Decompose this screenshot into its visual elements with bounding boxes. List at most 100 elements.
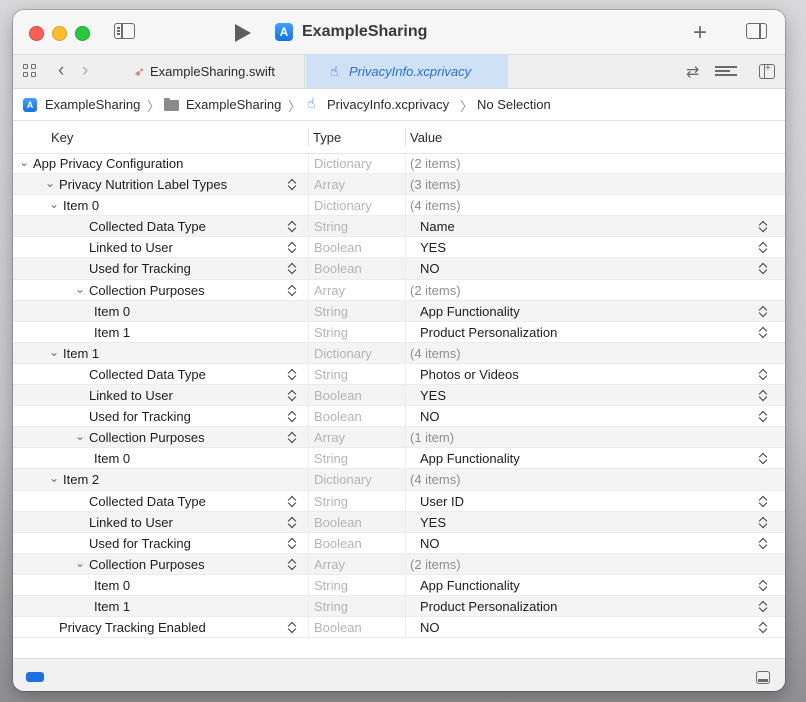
row-type[interactable]: Boolean xyxy=(314,620,362,635)
row-type[interactable]: String xyxy=(314,494,348,509)
plist-row[interactable]: Item 1 String Product Personalization xyxy=(13,595,785,618)
value-popup-stepper-icon[interactable] xyxy=(759,219,768,233)
key-popup-stepper-icon[interactable] xyxy=(288,409,297,423)
row-type[interactable]: String xyxy=(314,599,348,614)
row-key[interactable]: App Privacy Configuration xyxy=(33,156,183,171)
key-popup-stepper-icon[interactable] xyxy=(288,240,297,254)
row-key[interactable]: Item 1 xyxy=(63,346,99,361)
row-type[interactable]: String xyxy=(314,219,348,234)
swap-arrows-icon[interactable]: ⇄ xyxy=(686,62,699,82)
value-popup-stepper-icon[interactable] xyxy=(759,409,768,423)
plist-row[interactable]: Linked to User Boolean YES xyxy=(13,385,785,407)
disclosure-chevron-icon[interactable]: ⌄ xyxy=(75,429,85,443)
row-type[interactable]: String xyxy=(314,451,348,466)
scheme-title[interactable]: ExampleSharing xyxy=(302,23,427,41)
row-type[interactable]: Boolean xyxy=(314,240,362,255)
key-popup-stepper-icon[interactable] xyxy=(288,219,297,233)
inspector-toggle-icon[interactable] xyxy=(746,23,767,39)
row-type[interactable]: Boolean xyxy=(314,261,362,276)
plist-row[interactable]: ⌄ Collection Purposes Array (2 items) xyxy=(13,553,785,575)
key-popup-stepper-icon[interactable] xyxy=(288,177,297,191)
value-popup-stepper-icon[interactable] xyxy=(759,388,768,402)
key-popup-stepper-icon[interactable] xyxy=(288,283,297,297)
value-popup-stepper-icon[interactable] xyxy=(759,304,768,318)
row-type[interactable]: String xyxy=(314,304,348,319)
row-key[interactable]: Linked to User xyxy=(89,515,173,530)
disclosure-chevron-icon[interactable]: ⌄ xyxy=(45,176,55,190)
row-key[interactable]: Used for Tracking xyxy=(89,536,191,551)
row-key[interactable]: Item 1 xyxy=(94,325,130,340)
key-popup-stepper-icon[interactable] xyxy=(288,494,297,508)
plist-row[interactable]: Item 1 String Product Personalization xyxy=(13,321,785,343)
row-key[interactable]: Collection Purposes xyxy=(89,283,205,298)
value-popup-stepper-icon[interactable] xyxy=(759,367,768,381)
value-popup-stepper-icon[interactable] xyxy=(759,240,768,254)
add-library-button[interactable]: + xyxy=(693,19,707,47)
row-type[interactable]: Boolean xyxy=(314,536,362,551)
row-type[interactable]: Array xyxy=(314,283,345,298)
row-type[interactable]: String xyxy=(314,578,348,593)
row-type[interactable]: Dictionary xyxy=(314,346,372,361)
plist-row[interactable]: Used for Tracking Boolean NO xyxy=(13,258,785,280)
add-editor-icon[interactable] xyxy=(759,63,775,79)
value-popup-stepper-icon[interactable] xyxy=(759,578,768,592)
row-key[interactable]: Item 0 xyxy=(63,198,99,213)
row-value[interactable]: Photos or Videos xyxy=(420,367,519,382)
plist-row[interactable]: Used for Tracking Boolean NO xyxy=(13,532,785,554)
disclosure-chevron-icon[interactable]: ⌄ xyxy=(75,556,85,570)
row-key[interactable]: Collection Purposes xyxy=(89,557,205,572)
row-type[interactable]: Boolean xyxy=(314,515,362,530)
plist-row[interactable]: Used for Tracking Boolean NO xyxy=(13,406,785,428)
plist-row[interactable]: ⌄ Collection Purposes Array (2 items) xyxy=(13,279,785,301)
row-value[interactable]: NO xyxy=(420,409,440,424)
plist-row[interactable]: Collected Data Type String Name xyxy=(13,216,785,238)
tab-privacyinfo-xcprivacy[interactable]: ☝ PrivacyInfo.xcprivacy xyxy=(306,55,508,88)
row-value[interactable]: App Functionality xyxy=(420,451,520,466)
plist-row[interactable]: ⌄ Item 2 Dictionary (4 items) xyxy=(13,469,785,491)
row-key[interactable]: Used for Tracking xyxy=(89,261,191,276)
disclosure-chevron-icon[interactable]: ⌄ xyxy=(49,345,59,359)
navigator-toggle-icon[interactable] xyxy=(114,23,135,39)
plist-row[interactable]: ⌄ Item 1 Dictionary (4 items) xyxy=(13,342,785,364)
related-items-grid-icon[interactable] xyxy=(23,64,37,78)
value-column-header[interactable]: Value xyxy=(410,130,442,145)
breadcrumb-selection[interactable]: No Selection xyxy=(477,97,551,112)
disclosure-chevron-icon[interactable]: ⌄ xyxy=(49,197,59,211)
row-value[interactable]: YES xyxy=(420,240,446,255)
plist-row[interactable]: Item 0 String App Functionality xyxy=(13,448,785,470)
key-popup-stepper-icon[interactable] xyxy=(288,367,297,381)
breadcrumb-project[interactable]: ExampleSharing xyxy=(45,97,140,112)
plist-row[interactable]: ⌄ Collection Purposes Array (1 item) xyxy=(13,427,785,449)
row-type[interactable]: Array xyxy=(314,557,345,572)
disclosure-chevron-icon[interactable]: ⌄ xyxy=(49,471,59,485)
row-key[interactable]: Item 0 xyxy=(94,451,130,466)
value-popup-stepper-icon[interactable] xyxy=(759,451,768,465)
row-type[interactable]: String xyxy=(314,367,348,382)
plist-row[interactable]: Linked to User Boolean YES xyxy=(13,511,785,533)
row-type[interactable]: Dictionary xyxy=(314,198,372,213)
key-popup-stepper-icon[interactable] xyxy=(288,388,297,402)
row-value[interactable]: App Functionality xyxy=(420,304,520,319)
value-popup-stepper-icon[interactable] xyxy=(759,325,768,339)
row-type[interactable]: Array xyxy=(314,177,345,192)
run-button[interactable] xyxy=(235,24,251,42)
plist-row[interactable]: ⌄ Item 0 Dictionary (4 items) xyxy=(13,195,785,217)
row-key[interactable]: Linked to User xyxy=(89,388,173,403)
key-popup-stepper-icon[interactable] xyxy=(288,620,297,634)
plist-row[interactable]: Collected Data Type String User ID xyxy=(13,490,785,512)
plist-row[interactable]: ⌄ Privacy Nutrition Label Types Array (3 it… xyxy=(13,174,785,196)
minimize-window-button[interactable] xyxy=(52,26,67,41)
plist-row[interactable]: ⌄ App Privacy Configuration Dictionary (2 i… xyxy=(13,153,785,175)
tab-examplesharing-swift[interactable]: ➶ ExampleSharing.swift xyxy=(117,55,305,88)
plist-row[interactable]: Collected Data Type String Photos or Video… xyxy=(13,363,785,386)
value-popup-stepper-icon[interactable] xyxy=(759,599,768,613)
row-type[interactable]: Dictionary xyxy=(314,472,372,487)
row-value[interactable]: Product Personalization xyxy=(420,325,557,340)
row-value[interactable]: User ID xyxy=(420,494,464,509)
plist-row[interactable]: Item 0 String App Functionality xyxy=(13,300,785,322)
row-type[interactable]: Boolean xyxy=(314,409,362,424)
row-key[interactable]: Collection Purposes xyxy=(89,430,205,445)
row-value[interactable]: App Functionality xyxy=(420,578,520,593)
zoom-window-button[interactable] xyxy=(75,26,90,41)
row-key[interactable]: Used for Tracking xyxy=(89,409,191,424)
